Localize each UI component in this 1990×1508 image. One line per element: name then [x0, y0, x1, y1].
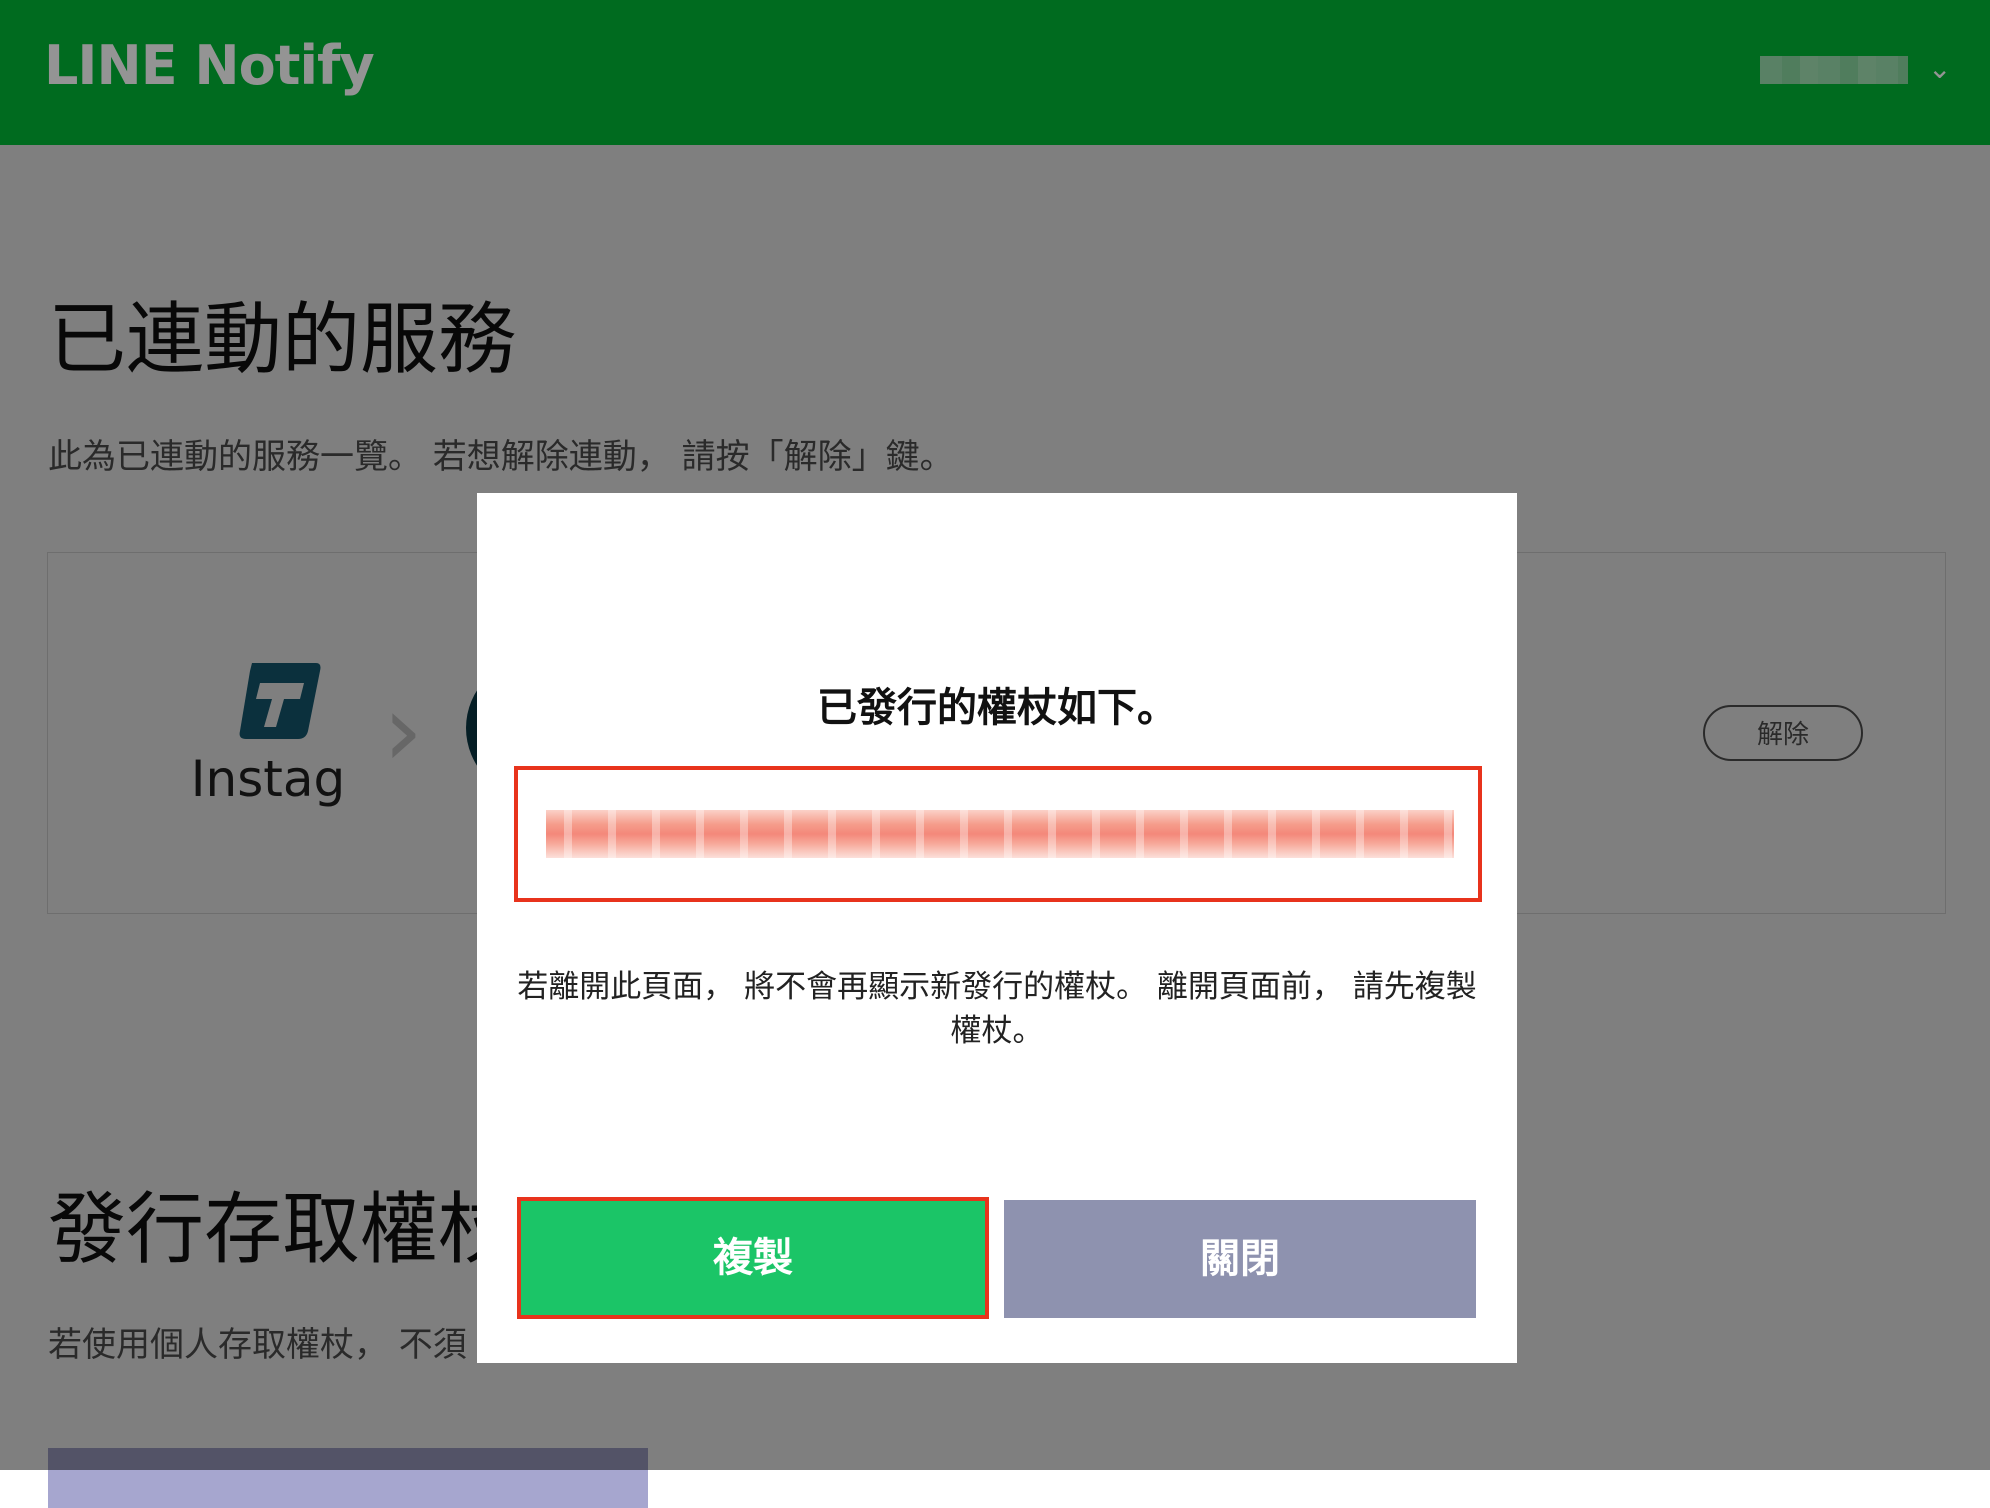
- modal-warning-text: 若離開此頁面， 將不會再顯示新發行的權杖。 離開頁面前， 請先複製權杖。: [517, 969, 1477, 1049]
- close-button[interactable]: 關閉: [1004, 1200, 1476, 1318]
- copy-button[interactable]: 複製: [517, 1197, 989, 1319]
- token-display-box[interactable]: ████████████████████████████████████████…: [514, 766, 1482, 902]
- modal-title: 已發行的權杖如下。: [817, 685, 1177, 731]
- token-value[interactable]: ████████████████████████████████████████…: [546, 810, 1454, 858]
- header-dim-overlay: [0, 0, 1990, 145]
- token-issued-modal: 已發行的權杖如下。 ██████████████████████████████…: [477, 493, 1517, 1363]
